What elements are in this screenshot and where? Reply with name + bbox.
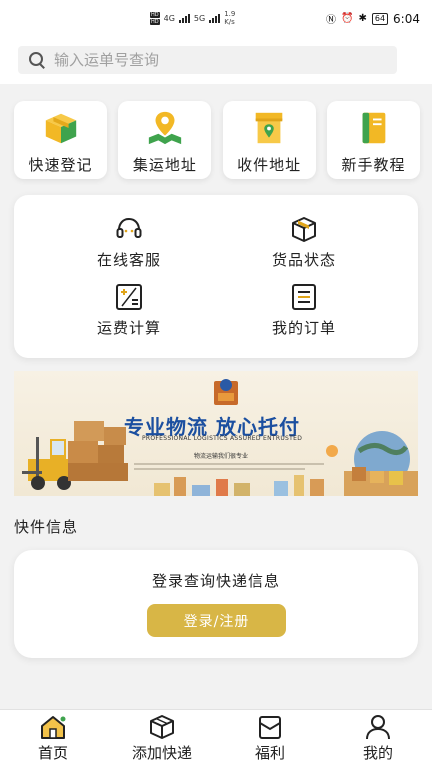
search-input[interactable] — [54, 51, 374, 69]
quick-action-label: 新手教程 — [341, 156, 406, 174]
clock: 6:04 — [393, 11, 420, 26]
nav-add-package[interactable]: 添加快递 — [117, 714, 207, 763]
search-bar-container — [0, 36, 432, 84]
beginner-tutorial-button[interactable]: 新手教程 — [326, 101, 420, 179]
service-label: 货品状态 — [271, 251, 336, 269]
nav-welfare[interactable]: 福利 — [225, 714, 315, 763]
service-label: 在线客服 — [96, 251, 161, 269]
quick-action-label: 集运地址 — [132, 156, 197, 174]
order-list-icon — [292, 284, 316, 310]
network-speed: 1.9 K/s — [224, 10, 235, 26]
bluetooth-icon: ✱ — [358, 13, 367, 24]
login-register-button[interactable]: 登录/注册 — [147, 604, 286, 637]
speed-unit: K/s — [224, 18, 235, 26]
login-prompt-text: 登录查询快递信息 — [151, 572, 280, 590]
book-icon — [363, 112, 386, 144]
status-bar: HD HD 4G 5G 1.9 K/s Ⓝ ⏰ ✱ 64 6:04 — [0, 0, 432, 36]
nav-profile[interactable]: 我的 — [333, 714, 423, 763]
headset-icon — [116, 217, 142, 238]
hd-badge-1: HD — [150, 11, 160, 18]
hd-badge-2: HD — [150, 18, 160, 25]
nav-label: 福利 — [254, 744, 285, 762]
express-info-card: 登录查询快递信息 登录/注册 — [14, 550, 418, 658]
home-icon — [41, 716, 66, 739]
services-panel: 在线客服 货品状态 运费计算 我的订单 — [14, 195, 418, 358]
promo-banner[interactable]: 专业物流 放心托付 PROFESSIONAL LOGISTICS ASSURED… — [14, 371, 418, 496]
online-support-button[interactable]: 在线客服 — [54, 215, 204, 270]
nav-label: 我的 — [362, 744, 393, 762]
quick-action-label: 快速登记 — [28, 156, 93, 174]
banner-subtitle: PROFESSIONAL LOGISTICS ASSURED ENTRUSTED — [142, 435, 303, 442]
store-location-icon — [255, 112, 283, 144]
user-icon — [366, 715, 390, 740]
search-box[interactable] — [18, 46, 397, 74]
add-package-icon — [150, 715, 174, 739]
network-type-1: 4G — [163, 13, 175, 23]
alarm-icon: ⏰ — [341, 13, 354, 24]
nfc-icon: Ⓝ — [326, 15, 337, 26]
signal-icon-2 — [209, 13, 221, 23]
hd-badges: HD HD — [150, 11, 160, 25]
service-label: 运费计算 — [96, 319, 161, 337]
status-right: Ⓝ ⏰ ✱ 64 6:04 — [326, 11, 420, 27]
map-pin-icon — [148, 111, 181, 145]
consolidation-address-button[interactable]: 集运地址 — [118, 101, 212, 179]
package-icon — [292, 217, 316, 242]
speed-value: 1.9 — [224, 10, 236, 18]
banner-caption: 物流运输我们很专业 — [194, 453, 249, 460]
box-icon — [45, 113, 76, 144]
battery-icon: 64 — [371, 12, 389, 25]
quick-register-button[interactable]: 快速登记 — [14, 101, 107, 179]
nav-label: 添加快递 — [131, 744, 192, 762]
gift-icon — [259, 716, 281, 739]
recipient-address-button[interactable]: 收件地址 — [222, 101, 316, 179]
nav-label: 首页 — [37, 744, 68, 762]
section-title: 快件信息 — [14, 518, 79, 536]
quick-action-label: 收件地址 — [237, 156, 302, 174]
banner-text-lines — [134, 463, 324, 473]
service-label: 我的订单 — [271, 319, 336, 337]
my-orders-button[interactable]: 我的订单 — [229, 283, 379, 338]
shipping-fee-calculator-button[interactable]: 运费计算 — [54, 283, 204, 338]
quick-actions: 快速登记 集运地址 收件地址 新手教程 — [14, 101, 420, 179]
search-icon — [28, 51, 46, 69]
nav-home[interactable]: 首页 — [8, 714, 98, 763]
network-type-2: 5G — [193, 13, 206, 23]
bottom-navigation: 首页 添加快递 福利 我的 — [0, 709, 432, 768]
calculator-icon — [116, 284, 142, 310]
network-indicators: HD HD 4G 5G 1.9 K/s — [150, 10, 235, 26]
goods-status-button[interactable]: 货品状态 — [229, 215, 379, 270]
signal-icon — [178, 13, 190, 23]
